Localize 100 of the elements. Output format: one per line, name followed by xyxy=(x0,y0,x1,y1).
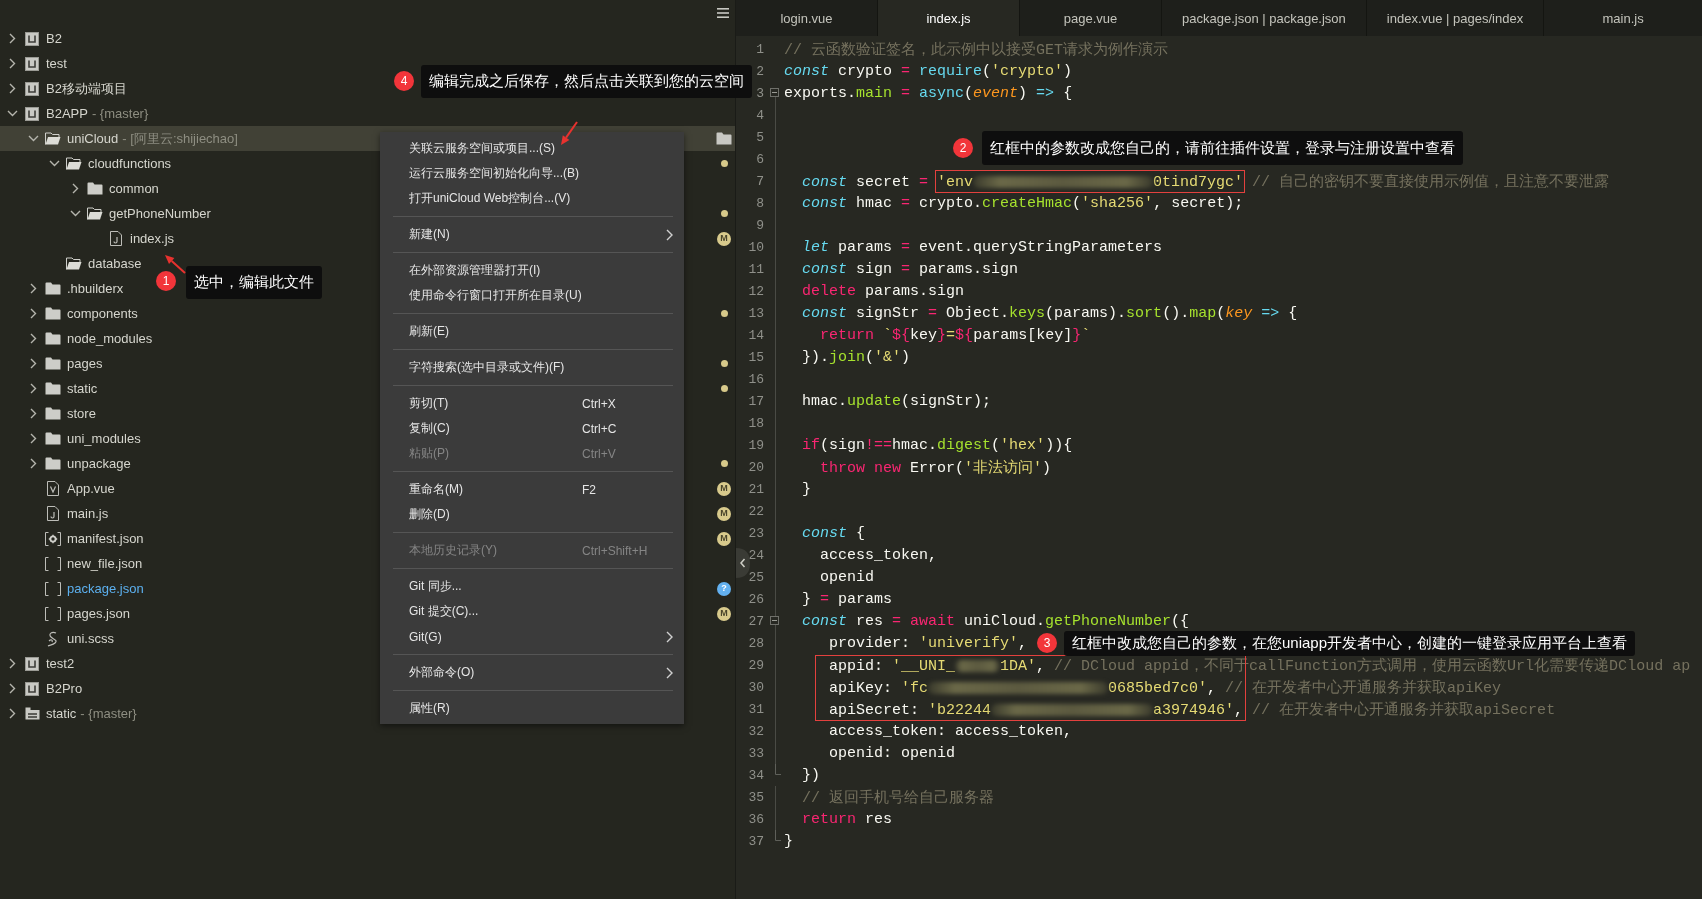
tree-item[interactable]: package.json xyxy=(21,576,144,601)
editor-tab[interactable]: package.json | package.json xyxy=(1162,0,1367,36)
menu-item[interactable]: Git 提交(C)... xyxy=(380,599,684,624)
menu-item[interactable]: 剪切(T) Ctrl+X xyxy=(380,391,684,416)
tree-item[interactable]: test xyxy=(0,51,67,76)
tree-item[interactable]: index.js xyxy=(84,226,175,251)
tree-item[interactable]: pages.json xyxy=(21,601,130,626)
menu-item[interactable]: 关联云服务空间或项目...(S) xyxy=(380,136,684,161)
line-number: 5 xyxy=(755,129,765,145)
editor-tab[interactable]: index.vue | pages/index xyxy=(1366,0,1545,36)
line-number: 26 xyxy=(747,591,765,607)
editor-tab[interactable]: main.js xyxy=(1544,0,1702,36)
tree-item[interactable]: common xyxy=(63,176,159,201)
annotation-callout: 红框中改成您自己的参数，在您uniapp开发者中心，创建的一键登录应用平台上查看 xyxy=(1064,631,1636,656)
line-number: 12 xyxy=(747,283,765,299)
keyboard-shortcut: F2 xyxy=(582,482,597,497)
tree-item-detail: - [阿里云:shijiechao] xyxy=(122,129,238,148)
code-line: const sign = params.sign xyxy=(802,260,1019,278)
menu-item[interactable]: 新建(N) xyxy=(380,222,684,247)
document-icon xyxy=(47,481,59,496)
menu-item[interactable]: 外部命令(O) xyxy=(380,660,684,685)
menu-item[interactable]: 字符搜索(选中目录或文件)(F) xyxy=(380,355,684,380)
tree-item[interactable]: B2APP - {master} xyxy=(0,101,149,126)
code-line: } xyxy=(802,480,812,498)
code-line: const hmac = crypto.createHmac('sha256', secret); xyxy=(802,194,1244,212)
menu-item[interactable]: Git 同步... xyxy=(380,574,684,599)
folder-icon[interactable] xyxy=(716,132,732,145)
chevron-left-icon[interactable] xyxy=(736,548,750,578)
menu-item[interactable]: 属性(R) xyxy=(380,696,684,721)
tree-item[interactable]: node_modules xyxy=(21,326,153,351)
menu-item[interactable]: 在外部资源管理器打开(I) xyxy=(380,258,684,283)
code-line: const { xyxy=(802,524,866,542)
code-line: provider: 'univerify', xyxy=(829,634,1028,652)
tree-item[interactable]: .hbuilderx xyxy=(21,276,124,301)
menu-item[interactable]: 删除(D) xyxy=(380,502,684,527)
tree-item[interactable]: getPhoneNumber xyxy=(63,201,211,226)
line-number: 1 xyxy=(755,41,765,57)
line-number: 6 xyxy=(755,151,765,167)
code-line: exports.main = async(event) => { xyxy=(784,84,1073,102)
menu-item[interactable]: 重命名(M) F2 xyxy=(380,477,684,502)
code-line: delete params.sign xyxy=(802,282,965,300)
tree-item[interactable]: static xyxy=(21,376,98,401)
folder-icon xyxy=(45,307,61,320)
tree-item[interactable]: database xyxy=(42,251,142,276)
brackets-icon xyxy=(45,606,61,621)
menu-icon[interactable] xyxy=(717,8,729,18)
tree-item[interactable]: components xyxy=(21,301,138,326)
folder-icon xyxy=(45,357,61,370)
brackets-icon xyxy=(45,581,61,596)
menu-item[interactable]: 刷新(E) xyxy=(380,319,684,344)
editor-tab[interactable]: index.js xyxy=(878,0,1020,36)
folder-icon xyxy=(45,382,61,395)
menu-item[interactable]: 复制(C) Ctrl+C xyxy=(380,416,684,441)
open-folder-icon xyxy=(66,257,82,270)
line-number: 33 xyxy=(747,745,765,761)
line-number: 9 xyxy=(755,217,765,233)
tree-item[interactable]: new_file.json xyxy=(21,551,143,576)
tree-item[interactable]: App.vue xyxy=(21,476,115,501)
tree-item[interactable]: unpackage xyxy=(21,451,131,476)
menu-item[interactable]: Git(G) xyxy=(380,624,684,649)
tree-item[interactable]: cloudfunctions xyxy=(42,151,172,176)
line-number: 36 xyxy=(747,811,765,827)
line-number: 32 xyxy=(747,723,765,739)
minus-box-icon[interactable] xyxy=(770,88,779,97)
line-number: 37 xyxy=(747,833,765,849)
code-line: access_token: access_token, xyxy=(829,722,1073,740)
code-line: throw new Error('非法访问') xyxy=(820,459,1052,477)
editor-tab[interactable]: page.vue xyxy=(1020,0,1162,36)
folder-icon xyxy=(87,182,103,195)
status-badge: M xyxy=(717,506,731,521)
minus-box-icon[interactable] xyxy=(770,616,779,625)
line-number: 28 xyxy=(747,635,765,651)
line-number: 16 xyxy=(747,371,765,387)
tree-item[interactable]: static - {master} xyxy=(0,701,137,726)
brackets-icon xyxy=(45,556,61,571)
tree-item[interactable]: B2移动端项目 xyxy=(0,76,127,101)
status-dot-icon xyxy=(720,160,728,167)
status-dot-icon xyxy=(720,310,728,317)
tree-item[interactable]: uni.scss xyxy=(21,626,114,651)
menu-item[interactable]: 运行云服务空间初始化向导...(B) xyxy=(380,161,684,186)
status-dot-icon xyxy=(720,460,728,467)
tree-item[interactable]: B2 xyxy=(0,26,62,51)
folder-icon xyxy=(45,282,61,295)
menu-item[interactable]: 打开uniCloud Web控制台...(V) xyxy=(380,186,684,211)
code-line: const res = await uniCloud.getPhoneNumber({ xyxy=(802,612,1190,630)
folder-icon xyxy=(45,432,61,445)
tree-item[interactable]: pages xyxy=(21,351,103,376)
tree-item[interactable]: main.js xyxy=(21,501,109,526)
code-line: openid: openid xyxy=(829,744,956,762)
tree-item[interactable]: store xyxy=(21,401,96,426)
annotation-callout: 选中，编辑此文件 xyxy=(186,266,322,299)
tree-item[interactable]: manifest.json xyxy=(21,526,144,551)
code-line: // 云函数验证签名，此示例中以接受GET请求为例作演示 xyxy=(784,41,1168,59)
tree-item[interactable]: test2 xyxy=(0,651,75,676)
status-dot-icon xyxy=(720,210,728,217)
tree-item[interactable]: B2Pro xyxy=(0,676,83,701)
menu-item[interactable]: 使用命令行窗口打开所在目录(U) xyxy=(380,283,684,308)
code-line: } = params xyxy=(802,590,893,608)
tree-item-detail: - {master} xyxy=(80,706,137,721)
tree-item[interactable]: uni_modules xyxy=(21,426,141,451)
